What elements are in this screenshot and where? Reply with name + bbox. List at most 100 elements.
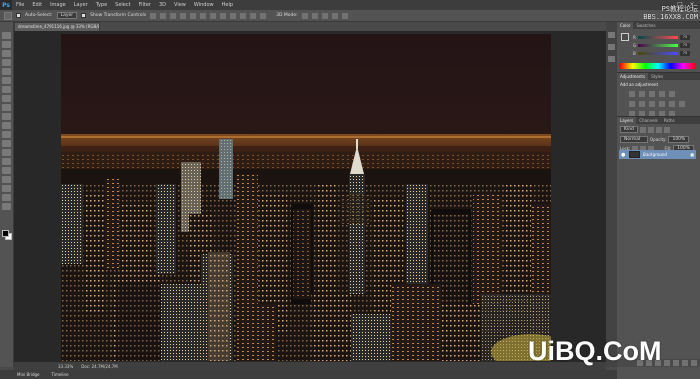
document-canvas[interactable] <box>61 34 551 361</box>
filter-adjust-icon[interactable] <box>647 126 654 133</box>
slider-r-track[interactable] <box>638 35 678 39</box>
new-adjustment-icon[interactable] <box>664 360 670 366</box>
lasso-tool-icon[interactable] <box>2 50 11 57</box>
slider-b-value[interactable]: 75 <box>680 50 690 56</box>
doc-size[interactable]: Doc: 24.7M/24.7M <box>81 364 117 369</box>
layer-kind-filter[interactable]: Kind <box>620 126 638 133</box>
align-middle-icon[interactable] <box>160 12 167 19</box>
layer-row-background[interactable]: ● Background ■ <box>619 150 696 159</box>
align-left-icon[interactable] <box>180 12 187 19</box>
menu-3d[interactable]: 3D <box>155 2 170 8</box>
auto-select-checkbox[interactable] <box>16 13 21 18</box>
exposure-icon[interactable] <box>659 91 665 97</box>
menu-layer[interactable]: Layer <box>70 2 92 8</box>
distribute-bottom-icon[interactable] <box>230 12 237 19</box>
tab-paths[interactable]: Paths <box>661 117 678 124</box>
document-tab[interactable]: dreamstime_4791116.jpg @ 33% (RGB/8*) × <box>14 22 100 31</box>
menu-file[interactable]: File <box>12 2 28 8</box>
properties-panel-icon[interactable] <box>608 44 615 50</box>
fg-color-swatch[interactable] <box>621 33 629 41</box>
photo-filter-icon[interactable] <box>659 101 665 107</box>
distribute-center-icon[interactable] <box>250 12 257 19</box>
filter-type-icon[interactable] <box>655 126 662 133</box>
menu-image[interactable]: Image <box>46 2 70 8</box>
menu-help[interactable]: Help <box>218 2 237 8</box>
eraser-tool-icon[interactable] <box>2 122 11 129</box>
tab-swatches[interactable]: Swatches <box>633 22 658 29</box>
quick-select-tool-icon[interactable] <box>2 59 11 66</box>
menu-edit[interactable]: Edit <box>28 2 46 8</box>
3d-slide-icon[interactable] <box>331 12 338 19</box>
menu-window[interactable]: Window <box>190 2 218 8</box>
crop-tool-icon[interactable] <box>2 68 11 75</box>
menu-type[interactable]: Type <box>92 2 111 8</box>
tab-adjustments[interactable]: Adjustments <box>617 73 649 80</box>
brightness-contrast-icon[interactable] <box>629 91 635 97</box>
tab-timeline[interactable]: Timeline <box>49 372 72 377</box>
type-tool-icon[interactable] <box>2 167 11 174</box>
slider-r-value[interactable]: 75 <box>680 34 690 40</box>
menu-select[interactable]: Select <box>111 2 134 8</box>
delete-layer-icon[interactable] <box>691 360 697 366</box>
menu-filter[interactable]: Filter <box>135 2 155 8</box>
shape-tool-icon[interactable] <box>2 185 11 192</box>
align-right-icon[interactable] <box>200 12 207 19</box>
show-transform-checkbox[interactable] <box>81 13 87 18</box>
clone-stamp-tool-icon[interactable] <box>2 104 11 111</box>
filter-shape-icon[interactable] <box>663 126 670 133</box>
hand-tool-icon[interactable] <box>2 194 11 201</box>
distribute-left-icon[interactable] <box>240 12 247 19</box>
distribute-top-icon[interactable] <box>210 12 217 19</box>
marquee-tool-icon[interactable] <box>2 41 11 48</box>
3d-roll-icon[interactable] <box>311 12 318 19</box>
levels-icon[interactable] <box>639 91 645 97</box>
3d-rotate-icon[interactable] <box>301 12 308 19</box>
channel-mixer-icon[interactable] <box>669 101 675 107</box>
dodge-tool-icon[interactable] <box>2 149 11 156</box>
info-panel-icon[interactable] <box>608 56 615 62</box>
filter-pixel-icon[interactable] <box>639 126 646 133</box>
blur-tool-icon[interactable] <box>2 140 11 147</box>
tab-mini-bridge[interactable]: Mini Bridge <box>14 372 43 377</box>
black-white-icon[interactable] <box>649 101 655 107</box>
auto-select-dropdown[interactable]: Layer <box>56 12 78 19</box>
vibrance-icon[interactable] <box>669 91 675 97</box>
menu-view[interactable]: View <box>170 2 190 8</box>
distribute-middle-icon[interactable] <box>220 12 227 19</box>
opacity-input[interactable]: 100% <box>668 136 690 143</box>
slider-g-track[interactable] <box>638 43 678 47</box>
tab-color[interactable]: Color <box>617 22 634 29</box>
tab-channels[interactable]: Channels <box>636 117 661 124</box>
gradient-tool-icon[interactable] <box>2 131 11 138</box>
new-layer-icon[interactable] <box>682 360 688 366</box>
new-group-icon[interactable] <box>673 360 679 366</box>
eye-icon[interactable]: ● <box>621 152 626 158</box>
tab-styles[interactable]: Styles <box>648 73 666 80</box>
align-bottom-icon[interactable] <box>170 12 177 19</box>
hue-saturation-icon[interactable] <box>629 101 635 107</box>
healing-tool-icon[interactable] <box>2 86 11 93</box>
slider-b-track[interactable] <box>638 51 678 55</box>
history-brush-tool-icon[interactable] <box>2 113 11 120</box>
zoom-tool-icon[interactable] <box>2 203 11 210</box>
tab-layers[interactable]: Layers <box>617 117 637 124</box>
align-center-icon[interactable] <box>190 12 197 19</box>
align-top-icon[interactable] <box>150 12 157 19</box>
3d-drag-icon[interactable] <box>321 12 328 19</box>
color-balance-icon[interactable] <box>639 101 645 107</box>
path-select-tool-icon[interactable] <box>2 176 11 183</box>
slider-g-value[interactable]: 75 <box>680 42 690 48</box>
color-lookup-icon[interactable] <box>679 101 685 107</box>
move-tool-icon[interactable] <box>2 32 11 39</box>
zoom-level[interactable]: 33.33% <box>58 364 73 369</box>
move-tool-icon[interactable] <box>4 11 12 20</box>
eyedropper-tool-icon[interactable] <box>2 77 11 84</box>
history-panel-icon[interactable] <box>608 32 615 38</box>
foreground-color-swatch[interactable] <box>2 230 9 237</box>
pen-tool-icon[interactable] <box>2 158 11 165</box>
distribute-right-icon[interactable] <box>260 12 267 19</box>
blend-mode-dropdown[interactable]: Normal <box>620 136 648 143</box>
curves-icon[interactable] <box>649 91 655 97</box>
3d-scale-icon[interactable] <box>341 12 348 19</box>
brush-tool-icon[interactable] <box>2 95 11 102</box>
